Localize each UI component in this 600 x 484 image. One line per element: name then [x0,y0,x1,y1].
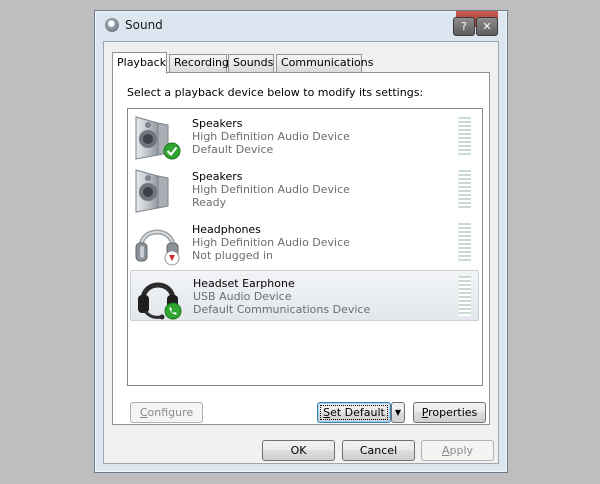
device-list[interactable]: Speakers High Definition Audio Device De… [127,108,483,386]
red-down-arrow-badge-icon [164,250,180,266]
dialog-client-area: Playback Recording Sounds Communications… [103,41,499,464]
device-item[interactable]: Speakers High Definition Audio Device Re… [130,164,479,215]
device-status: Default Device [192,143,274,156]
speaker-icon [135,169,169,213]
device-status: Default Communications Device [193,303,371,316]
volume-meter [458,117,471,157]
title-bar: Sound ? ✕ [95,11,507,41]
properties-button[interactable]: Properties [413,402,486,423]
set-default-dropdown-button[interactable]: ▼ [391,402,405,423]
device-name: Headphones [192,223,261,236]
help-button[interactable]: ? [453,17,475,36]
device-name: Speakers [192,170,243,183]
apply-button[interactable]: Apply [421,440,494,461]
device-item-selected[interactable]: Headset Earphone USB Audio Device Defaul… [130,270,479,321]
tab-sounds[interactable]: Sounds [228,54,274,72]
green-phone-badge-icon [164,302,182,320]
device-text: Speakers High Definition Audio Device Re… [192,170,350,209]
tab-communications[interactable]: Communications [276,54,373,72]
set-default-button[interactable]: Set Default [317,402,391,423]
device-text: Headset Earphone USB Audio Device Defaul… [193,277,370,316]
sound-app-icon [105,18,119,32]
apply-mnemonic: A [441,444,450,457]
device-item[interactable]: Headphones High Definition Audio Device … [130,217,479,268]
cancel-button[interactable]: Cancel [342,440,415,461]
instruction-text: Select a playback device below to modify… [127,86,424,99]
configure-mnemonic: C [139,406,148,419]
device-name: Speakers [192,117,243,130]
tab-recording[interactable]: Recording [169,54,229,72]
device-driver: High Definition Audio Device [192,183,350,196]
device-text: Speakers High Definition Audio Device De… [192,117,350,156]
green-check-badge-icon [163,142,181,160]
sound-dialog: Sound ? ✕ Playback Recording Sounds Comm… [94,10,508,473]
ok-button[interactable]: OK [262,440,335,461]
playback-panel: Select a playback device below to modify… [112,72,490,425]
volume-meter [458,170,471,210]
device-driver: High Definition Audio Device [192,130,350,143]
device-text: Headphones High Definition Audio Device … [192,223,350,262]
device-item[interactable]: Speakers High Definition Audio Device De… [130,111,479,162]
set-default-label: et Default [330,406,385,419]
configure-label: onfigure [147,406,194,419]
window-title: Sound [125,18,163,32]
apply-label: pply [449,444,474,457]
device-driver: High Definition Audio Device [192,236,350,249]
tab-playback[interactable]: Playback [112,52,167,74]
device-status: Not plugged in [192,249,274,262]
properties-label: roperties [428,406,478,419]
volume-meter [458,223,471,263]
device-driver: USB Audio Device [193,290,292,303]
close-button[interactable]: ✕ [476,17,498,36]
device-name: Headset Earphone [193,277,295,290]
volume-meter [458,276,471,316]
device-status: Ready [192,196,227,209]
configure-button[interactable]: Configure [130,402,203,423]
set-default-focus: Set Default [320,405,388,420]
